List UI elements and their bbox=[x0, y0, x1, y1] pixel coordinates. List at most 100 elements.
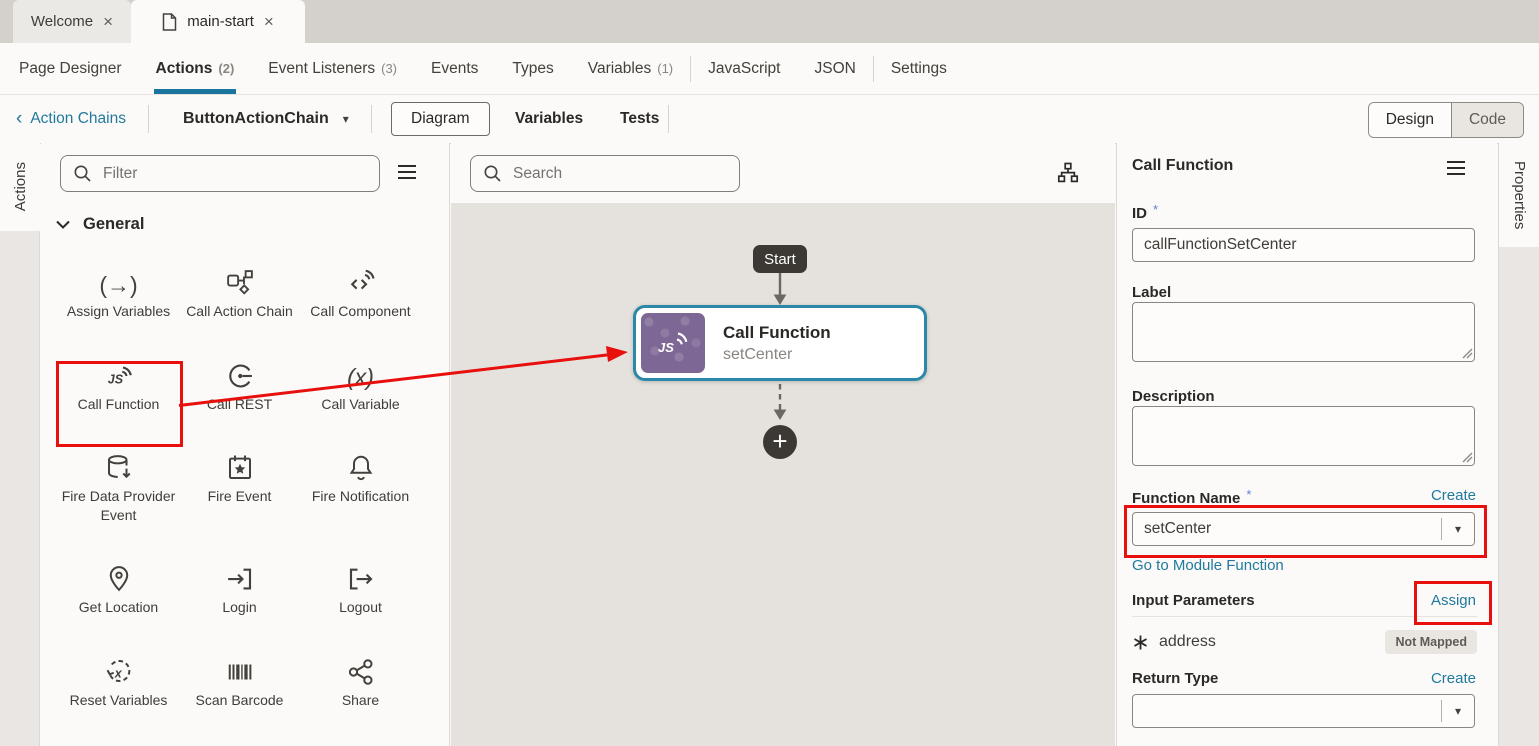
required-icon: * bbox=[1246, 487, 1251, 502]
diagram-search-field[interactable] bbox=[470, 155, 740, 192]
node-title: Call Function bbox=[723, 323, 831, 343]
description-field-label: Description bbox=[1132, 388, 1215, 405]
action-item-call-rest[interactable]: Call REST bbox=[179, 351, 300, 414]
general-section-header[interactable]: General bbox=[56, 215, 144, 234]
label-textarea[interactable] bbox=[1132, 302, 1475, 362]
tab-welcome[interactable]: Welcome × bbox=[13, 0, 131, 43]
palette-menu-icon[interactable] bbox=[395, 162, 419, 182]
action-item-fire-event[interactable]: Fire Event bbox=[179, 443, 300, 524]
hierarchy-layout-icon[interactable] bbox=[1056, 161, 1080, 185]
toolbar-divider bbox=[668, 105, 669, 133]
nav-events[interactable]: Events bbox=[414, 43, 495, 94]
action-item-label: Fire Data Provider Event bbox=[58, 487, 179, 524]
description-textarea[interactable] bbox=[1132, 406, 1475, 466]
return-type-label: Return Type bbox=[1132, 670, 1218, 687]
reset-variables-icon: x bbox=[104, 647, 134, 687]
chevron-down-icon: ▾ bbox=[1442, 522, 1474, 536]
return-type-select[interactable]: ▾ bbox=[1132, 694, 1475, 728]
fire-data-provider-event-icon bbox=[104, 443, 134, 483]
view-diagram-button[interactable]: Diagram bbox=[391, 102, 490, 136]
start-node: Start bbox=[753, 245, 807, 273]
action-item-label: Fire Event bbox=[208, 487, 272, 506]
action-item-scan-barcode[interactable]: Scan Barcode bbox=[179, 647, 300, 710]
function-name-select[interactable]: setCenter ▾ bbox=[1132, 512, 1475, 546]
action-item-login[interactable]: Login bbox=[179, 554, 300, 617]
assign-variables-icon: (→) bbox=[99, 258, 137, 298]
toolbar-divider bbox=[148, 105, 149, 133]
module-nav: Page Designer Actions(2) Event Listeners… bbox=[0, 43, 1539, 95]
properties-menu-icon[interactable] bbox=[1445, 159, 1467, 177]
design-code-toggle: Design Code bbox=[1368, 102, 1524, 138]
add-action-button[interactable]: + bbox=[763, 425, 797, 459]
nav-settings[interactable]: Settings bbox=[874, 43, 964, 94]
fire-notification-icon bbox=[346, 443, 376, 483]
nav-variables[interactable]: Variables(1) bbox=[571, 43, 690, 94]
nav-javascript[interactable]: JavaScript bbox=[691, 43, 797, 94]
properties-vertical-tab[interactable]: Properties bbox=[1499, 143, 1539, 247]
action-item-label: Call Action Chain bbox=[186, 302, 293, 321]
action-item-call-variable[interactable]: (x) Call Variable bbox=[300, 351, 421, 414]
id-field-label: ID* bbox=[1132, 202, 1158, 222]
parameter-row: address Not Mapped bbox=[1132, 630, 1477, 654]
create-return-type-link[interactable]: Create bbox=[1431, 670, 1476, 687]
id-input[interactable] bbox=[1132, 228, 1475, 262]
action-item-call-function[interactable]: JS Call Function bbox=[58, 351, 179, 414]
call-component-icon bbox=[346, 258, 376, 298]
action-item-fire-notification[interactable]: Fire Notification bbox=[300, 443, 421, 524]
nav-json[interactable]: JSON bbox=[798, 43, 873, 94]
diagram-search-input[interactable] bbox=[511, 164, 727, 184]
action-item-call-component[interactable]: Call Component bbox=[300, 258, 421, 321]
right-dock-strip: Properties bbox=[1498, 143, 1539, 746]
properties-panel: Call Function ID* Label Description Func… bbox=[1116, 143, 1497, 746]
action-chain-dropdown[interactable]: ButtonActionChain ▾ bbox=[183, 95, 349, 143]
tab-main-start[interactable]: main-start × bbox=[131, 0, 305, 43]
logout-icon bbox=[346, 554, 376, 594]
vertical-tab-label: Actions bbox=[12, 162, 29, 211]
search-icon bbox=[483, 164, 502, 183]
filter-input[interactable] bbox=[101, 164, 367, 184]
action-item-label: Fire Notification bbox=[312, 487, 409, 506]
action-item-fire-data-provider-event[interactable]: Fire Data Provider Event bbox=[58, 443, 179, 524]
nav-types[interactable]: Types bbox=[495, 43, 570, 94]
back-to-action-chains-link[interactable]: ‹ Action Chains bbox=[16, 95, 126, 143]
create-function-link[interactable]: Create bbox=[1431, 487, 1476, 504]
properties-panel-title: Call Function bbox=[1132, 157, 1233, 175]
nav-actions[interactable]: Actions(2) bbox=[139, 43, 252, 94]
close-icon[interactable]: × bbox=[264, 13, 274, 30]
document-tab-bar: Welcome × main-start × bbox=[0, 0, 1539, 43]
action-chain-canvas[interactable]: Start JS Call Function setCenter + bbox=[451, 203, 1115, 746]
action-item-call-action-chain[interactable]: Call Action Chain bbox=[179, 258, 300, 321]
filter-field[interactable] bbox=[60, 155, 380, 192]
call-function-node[interactable]: JS Call Function setCenter bbox=[633, 305, 927, 381]
action-item-label: Assign Variables bbox=[67, 302, 170, 321]
action-item-label: Reset Variables bbox=[70, 691, 168, 710]
action-item-label: Get Location bbox=[79, 598, 158, 617]
view-variables-button[interactable]: Variables bbox=[515, 95, 583, 143]
close-icon[interactable]: × bbox=[103, 13, 113, 30]
parameter-name: address bbox=[1159, 633, 1385, 651]
view-tests-button[interactable]: Tests bbox=[620, 95, 659, 143]
actions-vertical-tab[interactable]: Actions bbox=[0, 143, 40, 231]
toolbar-divider bbox=[371, 105, 372, 133]
not-mapped-badge: Not Mapped bbox=[1385, 630, 1477, 654]
call-rest-icon bbox=[225, 351, 255, 391]
action-item-assign-variables[interactable]: (→) Assign Variables bbox=[58, 258, 179, 321]
code-mode-button[interactable]: Code bbox=[1451, 103, 1523, 137]
required-icon: * bbox=[1153, 202, 1158, 217]
action-chain-toolbar: ‹ Action Chains ButtonActionChain ▾ Diag… bbox=[0, 95, 1539, 144]
nav-event-listeners[interactable]: Event Listeners(3) bbox=[251, 43, 414, 94]
action-item-logout[interactable]: Logout bbox=[300, 554, 421, 617]
svg-text:x: x bbox=[113, 666, 122, 680]
design-mode-button[interactable]: Design bbox=[1369, 103, 1451, 137]
action-item-reset-variables[interactable]: x Reset Variables bbox=[58, 647, 179, 710]
left-dock-strip: Actions bbox=[0, 143, 40, 746]
action-item-share[interactable]: Share bbox=[300, 647, 421, 710]
nav-count: (3) bbox=[381, 61, 397, 76]
nav-page-designer[interactable]: Page Designer bbox=[2, 43, 139, 94]
action-item-get-location[interactable]: Get Location bbox=[58, 554, 179, 617]
go-to-module-function-link[interactable]: Go to Module Function bbox=[1132, 557, 1284, 574]
node-text: Call Function setCenter bbox=[723, 323, 831, 364]
action-item-label: Share bbox=[342, 691, 379, 710]
action-item-label: Call Variable bbox=[321, 395, 399, 414]
assign-link[interactable]: Assign bbox=[1431, 592, 1476, 609]
